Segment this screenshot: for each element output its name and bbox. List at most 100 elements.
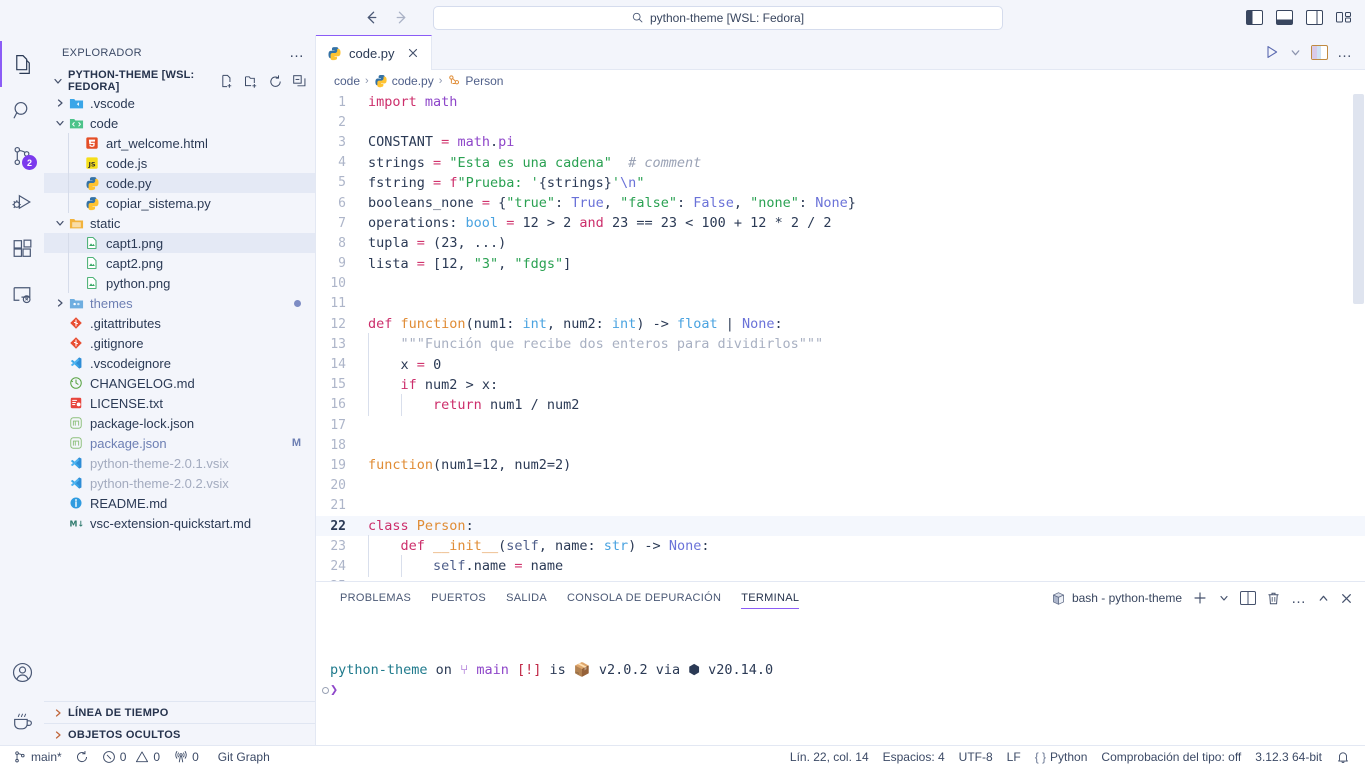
refresh-icon[interactable] [268,74,283,89]
code-line[interactable]: 7 operations: bool = 12 > 2 and 23 == 23 … [316,213,1365,233]
panel-tab-0[interactable]: PROBLEMAS [330,582,421,614]
panel-tab-3[interactable]: CONSOLA DE DEPURACIÓN [557,582,731,614]
sidebar-section-hidden-objects[interactable]: OBJETOS OCULTOS [44,723,315,745]
code-line[interactable]: 24 self.name = name [316,555,1365,578]
code-line[interactable]: 19 function(num1=12, num2=2) [316,455,1365,475]
add-terminal-icon[interactable] [1192,590,1208,606]
tree-folder[interactable]: .vscode [44,93,315,113]
code-lines[interactable]: 1 import math 2 3 CONSTANT = math.pi 4 strings… [316,92,1365,581]
code-line[interactable]: 20 [316,476,1365,496]
new-folder-icon[interactable] [244,74,259,89]
chevron-down-icon[interactable] [52,115,68,131]
code-line[interactable]: 12 def function(num1: int, num2: int) -> … [316,314,1365,334]
panel-tabs[interactable]: PROBLEMAS PUERTOS SALIDA CONSOLA DE DEPURAC… [330,582,809,614]
editor-scrollbar[interactable] [1351,92,1365,581]
tree-file[interactable]: capt1.png [44,233,315,253]
code-line[interactable]: 17 [316,415,1365,435]
code-line[interactable]: 22 class Person: [316,515,1365,537]
code-line[interactable]: 3 CONSTANT = math.pi [316,132,1365,152]
code-line[interactable]: 18 [316,435,1365,455]
status-eol[interactable]: LF [1000,746,1028,767]
collapse-all-icon[interactable] [292,74,307,89]
breadcrumb-item-symbol[interactable]: Person [447,74,503,88]
tree-folder[interactable]: static [44,213,315,233]
code-line[interactable]: 5 fstring = f"Prueba: '{strings}'\n" [316,173,1365,193]
code-line[interactable]: 10 [316,274,1365,294]
code-line[interactable]: 13 """Función que recibe dos enteros par… [316,333,1365,356]
activitybar-item-remote-explorer[interactable] [0,271,44,317]
breadcrumb-item-file[interactable]: code.py [374,74,434,88]
tree-file[interactable]: README.md [44,493,315,513]
tree-file[interactable]: art_welcome.html [44,133,315,153]
code-line[interactable]: 14 x = 0 [316,353,1365,376]
terminal-body[interactable]: python-theme on ⑂ main [!] is 📦 v2.0.2 v… [316,614,1365,745]
status-sync[interactable] [69,746,95,767]
tree-file[interactable]: .gitattributes [44,313,315,333]
activitybar-item-run-and-debug[interactable] [0,179,44,225]
more-actions-icon[interactable]: … [1291,590,1307,607]
chevron-right-icon[interactable] [52,295,68,311]
customize-layout-icon[interactable] [1336,10,1353,25]
status-ports[interactable]: 0 [167,746,206,767]
tree-file[interactable]: copiar_sistema.py [44,193,315,213]
toggle-secondary-sidebar-icon[interactable] [1306,10,1323,25]
status-cursor-position[interactable]: Lín. 22, col. 14 [783,746,876,767]
tree-folder[interactable]: code [44,113,315,133]
kill-terminal-icon[interactable] [1266,591,1281,606]
breadcrumb-item-code[interactable]: code [334,74,360,88]
panel-tab-1[interactable]: PUERTOS [421,582,496,614]
tab-code-py[interactable]: code.py [316,35,432,70]
status-python-interpreter[interactable]: 3.12.3 64-bit [1248,746,1329,767]
code-line[interactable]: 23 def __init__(self, name: str) -> None… [316,535,1365,558]
new-file-icon[interactable] [220,74,235,89]
chevron-down-icon[interactable] [1289,46,1302,59]
code-line[interactable]: 6 booleans_none = {"true": True, "false":… [316,193,1365,213]
tree-file[interactable]: LICENSE.txt [44,393,315,413]
code-line[interactable]: 21 [316,496,1365,516]
tree-file[interactable]: python-theme-2.0.2.vsix [44,473,315,493]
activitybar-item-search[interactable] [0,87,44,133]
editor-scrollbar-thumb[interactable] [1353,94,1364,304]
code-line[interactable]: 8 tupla = (23, ...) [316,233,1365,253]
status-indentation[interactable]: Espacios: 4 [876,746,952,767]
activitybar-item-source-control[interactable]: 2 [0,133,44,179]
tree-file[interactable]: JS code.js [44,153,315,173]
code-line[interactable]: 16 return num1 / num2 [316,393,1365,416]
more-actions-icon[interactable]: … [289,44,305,61]
status-language-mode[interactable]: { } Python [1028,746,1095,767]
split-terminal-icon[interactable] [1240,591,1256,605]
tree-folder[interactable]: themes [44,293,315,313]
chevron-down-icon[interactable] [1218,592,1230,604]
tree-file[interactable]: capt2.png [44,253,315,273]
activitybar-item-accounts[interactable] [0,649,44,695]
code-line[interactable]: 11 [316,294,1365,314]
status-type-checking[interactable]: Comprobación del tipo: off [1094,746,1248,767]
toggle-primary-sidebar-icon[interactable] [1246,10,1263,25]
tree-file[interactable]: package-lock.json [44,413,315,433]
activitybar-item-explorer[interactable] [0,41,44,87]
terminal-selector[interactable]: bash - python-theme [1051,591,1182,606]
code-line[interactable]: 9 lista = [12, "3", "fdgs"] [316,254,1365,274]
run-python-file-icon[interactable] [1264,44,1280,60]
code-line[interactable]: 1 import math [316,92,1365,112]
explorer-root-folder[interactable]: PYTHON-THEME [WSL: FEDORA] [44,69,315,93]
status-git-graph[interactable]: Git Graph [206,746,277,767]
close-icon[interactable] [405,45,421,61]
chevron-down-icon[interactable] [52,215,68,231]
code-line[interactable]: 15 if num2 > x: [316,373,1365,396]
sidebar-section-timeline[interactable]: LÍNEA DE TIEMPO [44,701,315,723]
code-line[interactable]: 4 strings = "Esta es una cadena" # commen… [316,153,1365,173]
tree-file[interactable]: M↓ vsc-extension-quickstart.md [44,513,315,533]
tree-file[interactable]: CHANGELOG.md [44,373,315,393]
split-editor-icon[interactable] [1311,44,1328,60]
arrow-left-icon[interactable] [363,9,381,27]
chevron-right-icon[interactable] [52,95,68,111]
tree-file[interactable]: .vscodeignore [44,353,315,373]
status-encoding[interactable]: UTF-8 [952,746,1000,767]
file-tree[interactable]: .vscode code art_welcome.html JS code.js code… [44,92,315,701]
toggle-panel-icon[interactable] [1276,10,1293,25]
chevron-up-icon[interactable] [1317,592,1330,605]
status-errors-warnings[interactable]: 0 0 [95,746,167,767]
close-icon[interactable] [1340,592,1353,605]
tree-file[interactable]: python-theme-2.0.1.vsix [44,453,315,473]
